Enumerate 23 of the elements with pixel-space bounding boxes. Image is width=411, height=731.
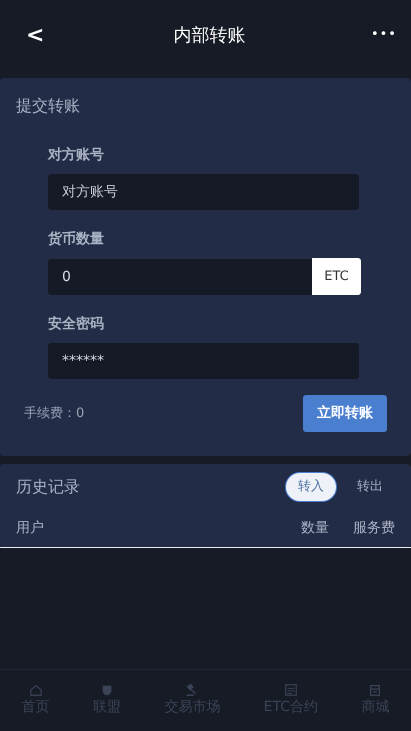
store-icon (368, 683, 382, 697)
home-icon (28, 683, 43, 697)
section-title: 历史记录 (16, 476, 80, 498)
amount-field[interactable]: 0 (48, 258, 312, 294)
back-button[interactable]: < (22, 18, 48, 52)
fee-text: 手续费：0 (24, 404, 84, 423)
submit-button[interactable]: 立即转账 (303, 395, 387, 432)
filter-tab[interactable]: 转入 (285, 472, 337, 502)
field-label: 安全密码 (48, 316, 104, 332)
field-label: 对方账号 (48, 147, 104, 163)
column-header: 服务费 (353, 518, 395, 538)
page-title: 内部转账 (174, 24, 246, 48)
field-label: 货币数量 (48, 231, 104, 247)
unit-label: ETC (312, 258, 361, 295)
more-button[interactable]: ••• (370, 25, 397, 45)
column-header: 用户 (16, 518, 44, 538)
column-header: 数量 (301, 518, 329, 538)
input-field[interactable]: 对方账号 (48, 174, 359, 210)
input-field[interactable]: ****** (48, 343, 359, 379)
shield-icon (100, 683, 114, 697)
section-title: 提交转账 (16, 96, 80, 115)
filter-tab[interactable]: 转出 (345, 472, 395, 502)
document-icon (284, 683, 298, 697)
